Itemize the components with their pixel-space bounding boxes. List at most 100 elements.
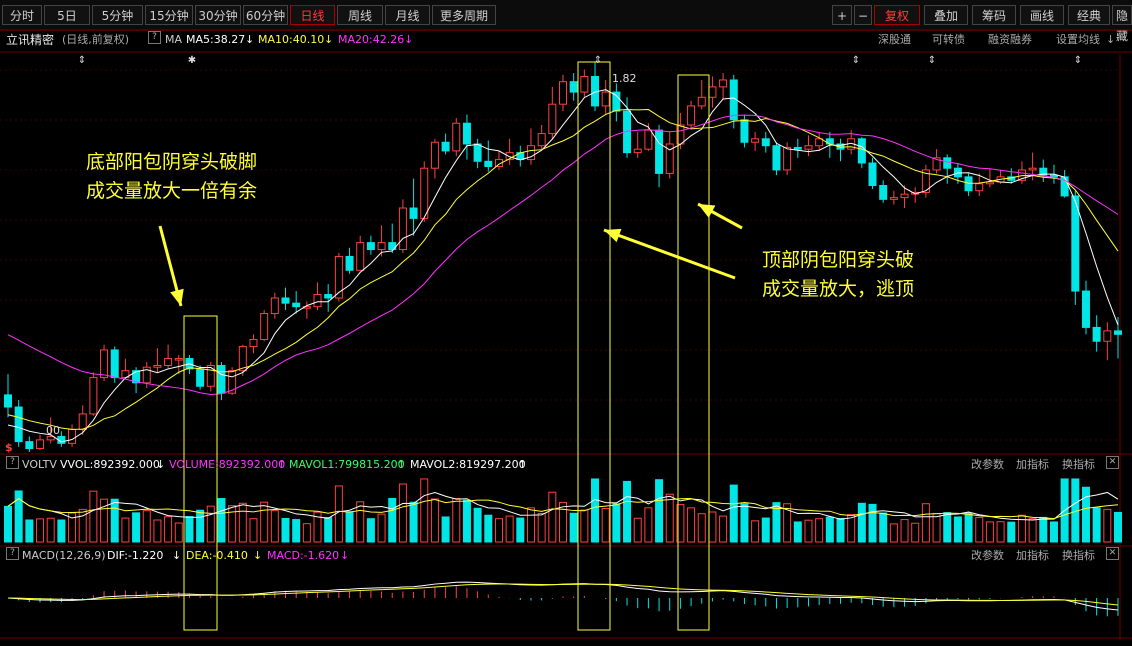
volume-bar-14 [153, 519, 162, 543]
dea-arrow-icon: ↓ [253, 549, 263, 562]
volume-bar-83 [889, 523, 898, 543]
volume-edit-params[interactable]: 改参数 [971, 456, 1004, 474]
volume-value: VOLUME:892392.000 [169, 458, 286, 471]
volume-bar-94 [1007, 521, 1016, 543]
candle-body-37 [398, 207, 407, 251]
volume-bar-97 [1039, 516, 1048, 543]
candle-body-71 [761, 138, 770, 147]
candle-body-23 [249, 339, 258, 347]
volume-bar-45 [484, 514, 493, 543]
volume-bar-4 [46, 517, 55, 543]
event-marker-3: ⇕ [852, 55, 860, 66]
volume-bar-49 [526, 507, 535, 543]
candle-body-38 [409, 207, 418, 219]
volume-bar-31 [334, 485, 343, 543]
candle-body-103 [1103, 330, 1112, 342]
volume-bar-69 [740, 503, 749, 543]
volume-help-icon[interactable]: ? [6, 456, 19, 469]
volume-close-icon[interactable]: ✕ [1106, 456, 1119, 469]
volume-bar-20 [217, 498, 226, 543]
top-annotation: 顶部阴包阳穿头破 成交量放大，逃顶 [762, 246, 914, 304]
highlight-box-1 [577, 61, 611, 631]
volume-bar-27 [292, 519, 301, 543]
high-price-label: 1.82 [612, 72, 637, 85]
candle-body-69 [740, 119, 749, 143]
candle-body-92 [985, 181, 994, 185]
volume-bar-12 [132, 512, 141, 543]
top-arrow-left-head [604, 228, 622, 243]
macd-indicator-name: MACD(12,26,9) [22, 549, 106, 562]
volume-bar-13 [142, 510, 151, 543]
mavol2-arrow-icon: ↑ [518, 458, 528, 471]
candle-body-7 [78, 413, 87, 431]
volume-bar-102 [1092, 507, 1101, 543]
top-annotation-line1: 顶部阴包阳穿头破 [762, 249, 915, 271]
top-arrow-left-shaft [603, 228, 736, 280]
volume-bar-76 [815, 518, 824, 543]
macd-help-icon[interactable]: ? [6, 547, 19, 560]
macd-close-icon[interactable]: ✕ [1106, 547, 1119, 560]
macd-switch-indicator[interactable]: 换指标 [1062, 547, 1095, 565]
volume-bar-58 [623, 480, 632, 543]
candle-body-72 [772, 145, 781, 171]
candle-body-66 [708, 86, 717, 98]
candle-body-3 [36, 439, 45, 450]
candle-body-82 [879, 185, 888, 200]
volume-add-indicator[interactable]: 加指标 [1016, 456, 1049, 474]
candle-body-44 [473, 143, 482, 162]
candle-body-2 [25, 441, 34, 450]
candle-body-15 [164, 358, 173, 366]
volume-bar-50 [537, 512, 546, 543]
candle-body-104 [1114, 330, 1122, 335]
event-marker-0: ⇕ [78, 55, 86, 66]
volume-bar-52 [559, 501, 567, 543]
volume-bar-89 [953, 516, 962, 543]
candle-body-52 [559, 81, 567, 105]
volume-bar-82 [879, 512, 888, 543]
vvol-arrow-icon: ↓ [156, 458, 166, 471]
candle-body-24 [260, 313, 269, 341]
volume-bar-64 [687, 507, 696, 543]
volume-bar-71 [761, 517, 770, 543]
candle-body-70 [751, 138, 760, 143]
candle-body-53 [569, 81, 578, 93]
volume-bar-39 [420, 478, 429, 543]
volume-bar-84 [900, 519, 909, 543]
volume-bar-28 [302, 523, 311, 543]
candle-body-57 [612, 91, 621, 112]
volume-bar-60 [644, 507, 653, 543]
candle-body-50 [537, 133, 546, 147]
candle-body-42 [452, 122, 461, 152]
volume-bar-3 [36, 518, 45, 543]
candle-body-40 [430, 141, 439, 169]
volume-bar-36 [388, 497, 397, 543]
volume-bar-59 [633, 517, 642, 543]
candle-body-102 [1092, 326, 1101, 342]
volume-switch-indicator[interactable]: 换指标 [1062, 456, 1095, 474]
macd-add-indicator[interactable]: 加指标 [1016, 547, 1049, 565]
volume-bar-23 [249, 518, 258, 543]
low-price-label: 00 [46, 424, 60, 437]
volume-bar-80 [857, 502, 866, 543]
volume-bar-67 [719, 515, 728, 543]
volume-bar-91 [975, 516, 984, 543]
volume-bar-86 [921, 503, 930, 543]
candle-body-54 [580, 75, 589, 93]
candle-body-29 [313, 294, 322, 308]
volume-bar-101 [1081, 486, 1090, 543]
volume-bar-21 [228, 505, 237, 543]
candle-body-45 [484, 160, 493, 167]
volume-bar-19 [206, 505, 215, 543]
volume-bar-26 [281, 517, 290, 543]
macd-edit-params[interactable]: 改参数 [971, 547, 1004, 565]
candle-body-16 [174, 358, 183, 361]
bottom-annotation-line1: 底部阳包阴穿头破脚 [86, 151, 258, 173]
macd-info-bar: ? MACD(12,26,9) DIF:-1.220 ↓ DEA:-0.410 … [0, 547, 1132, 565]
volume-bar-54 [580, 509, 589, 543]
candle-body-67 [719, 79, 728, 88]
volume-bar-30 [324, 517, 333, 543]
volume-bar-10 [110, 498, 119, 543]
bottom-annotation-line2: 成交量放大一倍有余 [86, 180, 258, 202]
volume-bar-11 [121, 517, 130, 543]
candle-body-65 [697, 96, 706, 107]
